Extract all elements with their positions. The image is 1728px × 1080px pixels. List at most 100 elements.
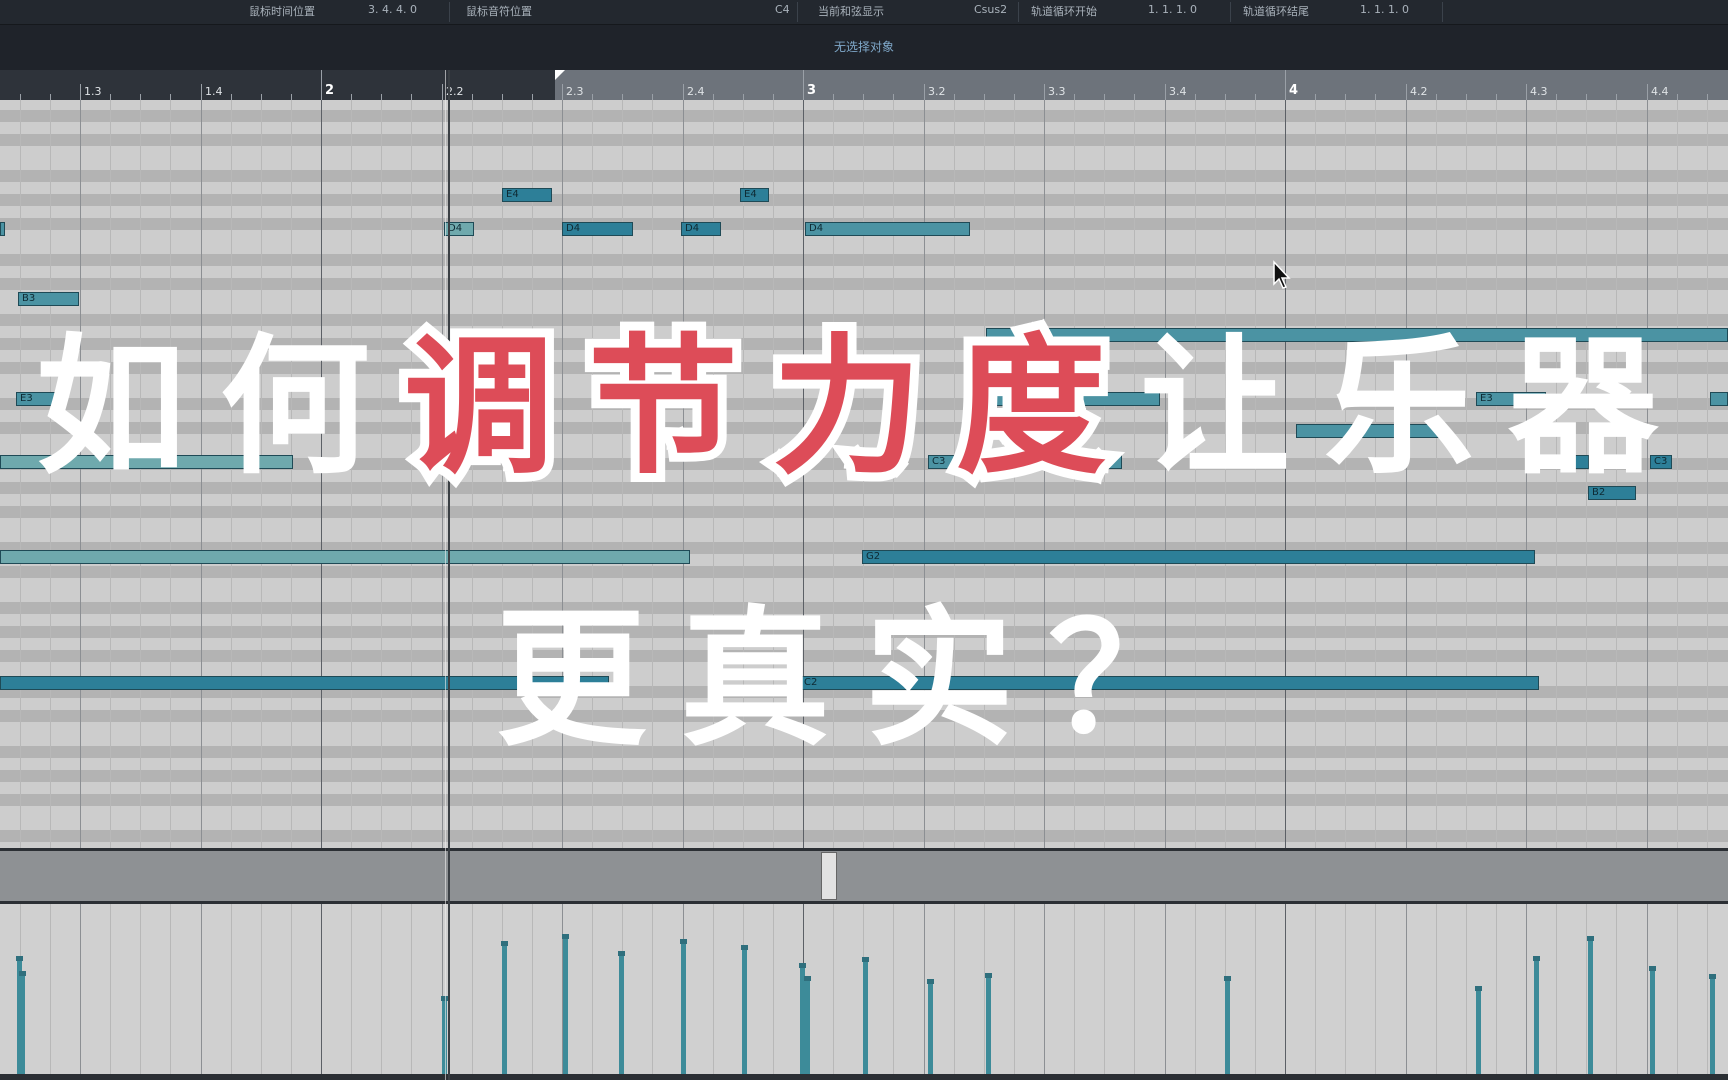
grid-line-beat	[80, 904, 81, 1074]
velocity-bar[interactable]	[1533, 956, 1540, 1074]
grid-line-minor	[532, 904, 533, 1074]
velocity-bar[interactable]	[1587, 936, 1594, 1074]
note[interactable]	[0, 222, 5, 236]
grid-line-minor	[1375, 904, 1376, 1074]
mouse-time-label: 鼠标时间位置	[249, 5, 315, 18]
velocity-bar[interactable]	[985, 973, 992, 1074]
note[interactable]: E4	[740, 188, 769, 202]
timeline-ruler[interactable]: 1.3 1.4 2 2.2 2.3 2.4 3 3.2 3.3 3.4 4 4.2 4.3 4.4	[0, 70, 1728, 100]
loop-start-label: 轨道循环开始	[1031, 5, 1097, 18]
loop-flag-icon[interactable]	[555, 70, 565, 80]
ruler-tick-label: 3	[807, 83, 817, 98]
grid-line-minor	[1556, 904, 1557, 1074]
note[interactable]: G2	[862, 550, 1535, 564]
grid-line-minor	[1616, 904, 1617, 1074]
chord-value: Csus2	[974, 3, 1008, 16]
note[interactable]: D4	[805, 222, 970, 236]
grid-line-minor	[652, 904, 653, 1074]
grid-line-beat	[1285, 904, 1286, 1074]
note[interactable]	[0, 550, 690, 564]
grid-line-minor	[291, 904, 292, 1074]
velocity-bar[interactable]	[862, 957, 869, 1074]
grid-line-minor	[140, 904, 141, 1074]
grid-line-beat	[1647, 904, 1648, 1074]
grid-line-minor	[1104, 904, 1105, 1074]
velocity-bar[interactable]	[562, 934, 569, 1074]
grid-line-minor	[1134, 904, 1135, 1074]
selection-status: 无选择对象	[833, 40, 894, 54]
velocity-bar[interactable]	[1649, 966, 1656, 1074]
velocity-bar[interactable]	[804, 976, 811, 1074]
divider	[1442, 2, 1443, 22]
grid-line-minor	[713, 904, 714, 1074]
grid-line-minor	[231, 904, 232, 1074]
grid-line-minor	[1586, 904, 1587, 1074]
mouse-pitch-value: C4	[775, 3, 790, 16]
grid-line-beat	[201, 904, 202, 1074]
lane-resize-handle[interactable]	[821, 852, 837, 900]
note[interactable]: B3	[18, 292, 79, 306]
velocity-lane[interactable]	[0, 904, 1728, 1074]
ruler-tick-label: 3.2	[928, 85, 946, 98]
title-line-2: 更真实？	[495, 593, 1232, 767]
grid-line-beat	[924, 904, 925, 1074]
title-part-3: 让乐器	[1140, 321, 1693, 495]
grid-line-beat	[1044, 904, 1045, 1074]
grid-line-minor	[773, 904, 774, 1074]
loop-end-value: 1. 1. 1. 0	[1360, 3, 1409, 16]
grid-line-minor	[1315, 904, 1316, 1074]
loop-end-label: 轨道循环结尾	[1243, 5, 1309, 18]
arrow-cursor-icon	[1273, 260, 1291, 289]
title-line-1: 如何调节力度让乐器	[0, 312, 1728, 504]
chord-label: 当前和弦显示	[818, 5, 884, 18]
velocity-bar[interactable]	[618, 951, 625, 1074]
mouse-pitch-label: 鼠标音符位置	[466, 5, 532, 18]
grid-line-minor	[1677, 904, 1678, 1074]
info-bar: 鼠标时间位置 3. 4. 4. 0 鼠标音符位置 C4 当前和弦显示 Csus2…	[0, 0, 1728, 25]
grid-line-minor	[1466, 904, 1467, 1074]
divider	[797, 2, 798, 22]
ruler-tick-label: 2.3	[566, 85, 584, 98]
divider	[1018, 2, 1019, 22]
grid-line-minor	[351, 904, 352, 1074]
ruler-tick-label: 4	[1289, 83, 1299, 98]
divider	[449, 2, 450, 22]
grid-line-minor	[261, 904, 262, 1074]
ruler-tick-label: 3.3	[1048, 85, 1066, 98]
grid-line-beat	[1526, 904, 1527, 1074]
status-bar: 无选择对象	[0, 25, 1728, 70]
ruler-tick-label: 4.4	[1651, 85, 1669, 98]
velocity-bar[interactable]	[680, 939, 687, 1074]
grid-line-beat	[321, 904, 322, 1074]
grid-line-beat	[1406, 904, 1407, 1074]
note[interactable]: D4	[562, 222, 633, 236]
velocity-bar[interactable]	[1709, 974, 1716, 1074]
velocity-bar[interactable]	[741, 945, 748, 1074]
ruler-tick-label: 3.4	[1169, 85, 1187, 98]
velocity-bar[interactable]	[927, 979, 934, 1074]
ruler-tick-label: 4.2	[1410, 85, 1428, 98]
title-part-1: 如何	[35, 321, 404, 495]
grid-line-minor	[1436, 904, 1437, 1074]
note[interactable]: D4	[681, 222, 721, 236]
grid-line-minor	[984, 904, 985, 1074]
ruler-tick-label: 1.3	[84, 85, 102, 98]
scroll-strip[interactable]	[0, 1074, 1728, 1080]
grid-line-minor	[381, 904, 382, 1074]
controller-lane-header[interactable]	[0, 848, 1728, 904]
velocity-bar[interactable]	[19, 971, 26, 1074]
grid-line-minor	[1496, 904, 1497, 1074]
grid-line-minor	[592, 904, 593, 1074]
velocity-bar[interactable]	[1475, 986, 1482, 1074]
loop-region[interactable]	[555, 70, 1728, 100]
grid-line-minor	[1345, 904, 1346, 1074]
grid-line-minor	[1255, 904, 1256, 1074]
grid-line-minor	[1074, 904, 1075, 1074]
velocity-bar[interactable]	[1224, 976, 1231, 1074]
note[interactable]: E4	[502, 188, 552, 202]
grid-line-minor	[1014, 904, 1015, 1074]
playhead[interactable]	[448, 70, 450, 1080]
grid-line-minor	[833, 904, 834, 1074]
velocity-bar[interactable]	[501, 941, 508, 1074]
ruler-tick-label: 2	[325, 83, 335, 98]
